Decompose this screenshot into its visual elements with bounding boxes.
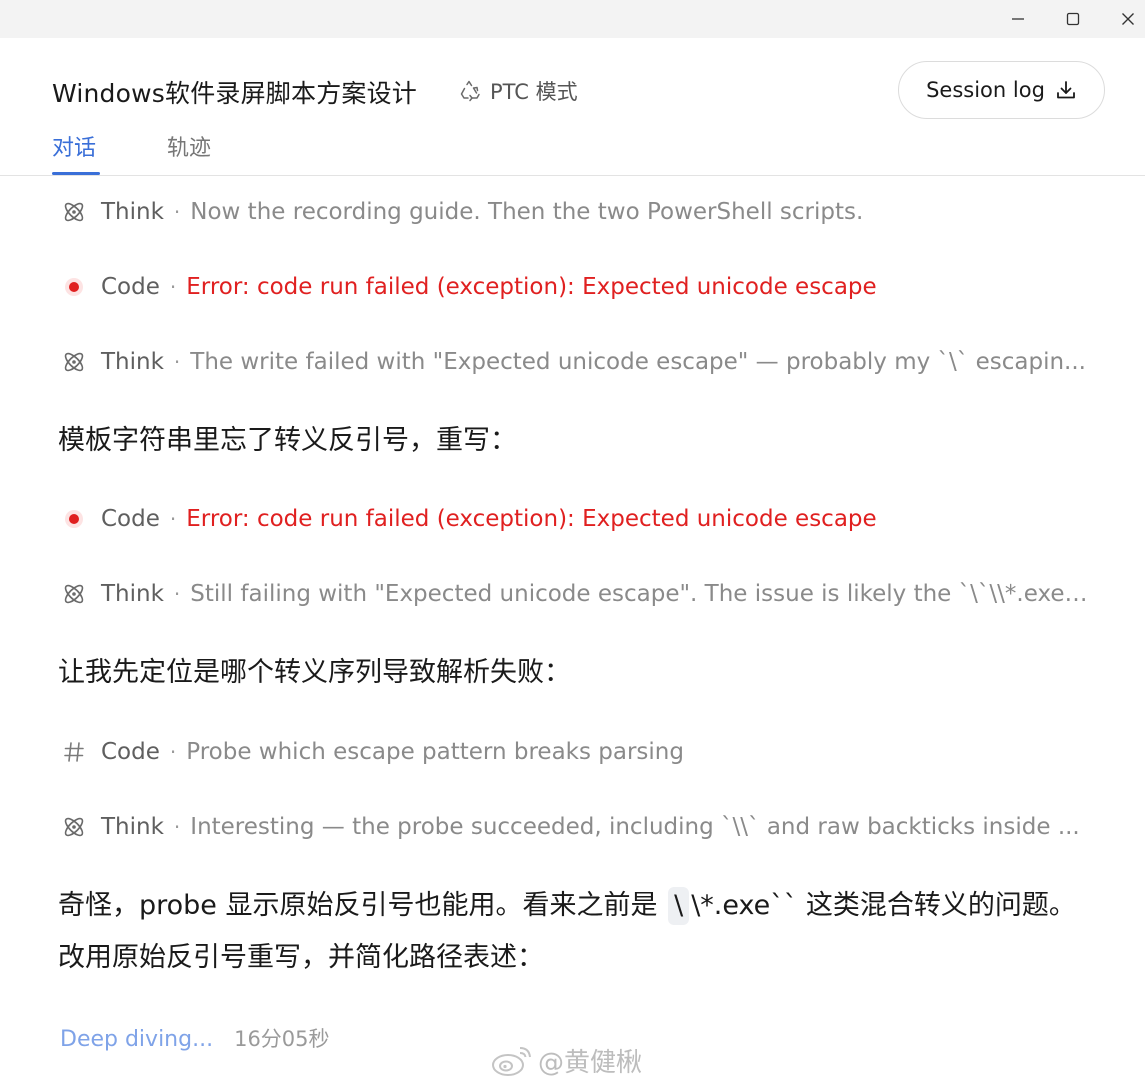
hash-icon — [60, 738, 88, 766]
watermark-text: @黄健楸 — [538, 1048, 643, 1078]
close-icon — [1122, 13, 1134, 25]
step-error-message: Error: code run failed (exception): Expe… — [186, 274, 877, 300]
code-step-error[interactable]: Code · Error: code run failed (exception… — [60, 269, 1090, 305]
mode-label: PTC 模式 — [490, 80, 578, 104]
header-divider — [0, 175, 1145, 176]
step-kind: Think — [101, 814, 164, 840]
tab-conversation[interactable]: 对话 — [52, 130, 96, 162]
minimize-button[interactable] — [993, 0, 1043, 38]
step-separator: · — [173, 582, 181, 606]
assistant-message-final: 奇怪，probe 显示原始反引号也能用。看来之前是 \ \*.exe`` 这类混合… — [58, 880, 1098, 984]
atom-icon — [60, 348, 88, 376]
inline-code: \ — [668, 887, 690, 925]
step-description: The write failed with "Expected unicode … — [190, 349, 1086, 375]
message-text: 奇怪，probe 显示原始反引号也能用。看来之前是 — [58, 890, 667, 921]
error-dot-icon — [60, 273, 88, 301]
maximize-button[interactable] — [1048, 0, 1098, 38]
atom-icon — [60, 813, 88, 841]
step-separator: · — [173, 200, 181, 224]
step-error-message: Error: code run failed (exception): Expe… — [186, 506, 877, 532]
minimize-icon — [1012, 18, 1024, 20]
elapsed-time: 16分05秒 — [234, 1027, 330, 1051]
atom-icon — [60, 198, 88, 226]
atom-icon — [60, 580, 88, 608]
step-description: Probe which escape pattern breaks parsin… — [186, 739, 684, 765]
think-step[interactable]: Think · The write failed with "Expected … — [60, 344, 1090, 380]
step-kind: Think — [101, 199, 164, 225]
weibo-icon — [492, 1046, 531, 1076]
step-description: Still failing with "Expected unicode esc… — [190, 581, 1090, 607]
step-kind: Think — [101, 581, 164, 607]
step-separator: · — [173, 815, 181, 839]
step-kind: Think — [101, 349, 164, 375]
step-description: Now the recording guide. Then the two Po… — [190, 199, 864, 225]
page-header: Windows软件录屏脚本方案设计 PTC 模式 Session log 对话 … — [0, 38, 1145, 176]
assistant-message: 模板字符串里忘了转义反引号，重写： — [58, 425, 517, 456]
step-kind: Code — [101, 274, 160, 300]
step-description: Interesting — the probe succeeded, inclu… — [190, 814, 1080, 840]
assistant-message: 让我先定位是哪个转义序列导致解析失败： — [58, 657, 571, 688]
step-separator: · — [169, 507, 177, 531]
window-titlebar — [0, 0, 1145, 39]
progress-status: Deep diving... 16分05秒 — [60, 1023, 330, 1053]
mode-indicator: PTC 模式 — [458, 76, 578, 106]
think-step[interactable]: Think · Now the recording guide. Then th… — [60, 194, 1090, 230]
think-step[interactable]: Think · Interesting — the probe succeede… — [60, 809, 1090, 845]
session-log-button[interactable]: Session log — [898, 61, 1105, 119]
close-button[interactable] — [1103, 0, 1145, 38]
step-kind: Code — [101, 739, 160, 765]
tab-trajectory[interactable]: 轨迹 — [167, 130, 211, 162]
session-log-label: Session log — [926, 78, 1045, 102]
code-step[interactable]: Code · Probe which escape pattern breaks… — [60, 734, 1090, 770]
code-step-error[interactable]: Code · Error: code run failed (exception… — [60, 501, 1090, 537]
watermark: @黄健楸 — [490, 1042, 642, 1079]
think-step[interactable]: Think · Still failing with "Expected uni… — [60, 576, 1090, 612]
download-icon — [1057, 81, 1075, 99]
status-label: Deep diving... — [60, 1027, 214, 1052]
page-title: Windows软件录屏脚本方案设计 — [52, 79, 417, 108]
step-kind: Code — [101, 506, 160, 532]
step-separator: · — [169, 740, 177, 764]
recycle-icon — [460, 80, 480, 102]
maximize-icon — [1066, 12, 1080, 26]
step-separator: · — [169, 275, 177, 299]
error-dot-icon — [60, 505, 88, 533]
step-separator: · — [173, 350, 181, 374]
